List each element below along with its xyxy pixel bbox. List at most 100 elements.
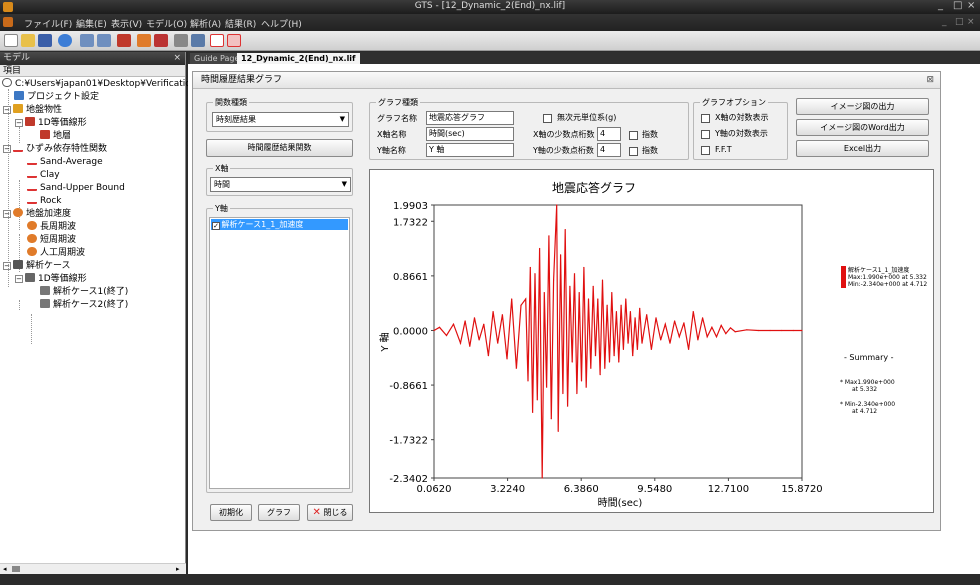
y-log-checkbox[interactable] [701,130,710,139]
history-function-button[interactable]: 時間履歴結果関数 [206,139,353,157]
tree-item[interactable]: C:¥Users¥japan01¥Desktop¥Verification ..… [2,78,208,91]
x-decimals-input[interactable]: 4 [597,127,621,141]
tree-item[interactable]: 解析ケース1(終了) [40,286,128,299]
tree-item[interactable]: − 地盤物性 [3,104,62,117]
collapse-icon[interactable]: − [3,106,11,114]
x-name-input[interactable]: 時間(sec) [426,127,514,141]
graph-button[interactable]: グラフ [258,504,300,521]
scroll-thumb[interactable] [12,566,20,572]
collapse-icon[interactable]: − [15,119,23,127]
x-log-checkbox[interactable] [701,114,710,123]
tree-item[interactable]: −1D等価線形 [15,117,87,130]
menu-result[interactable]: 結果(R) [225,17,256,30]
data-point [646,314,648,316]
mdi-close-button[interactable]: × [967,17,975,27]
tree-item[interactable]: − 解析ケース [3,260,71,273]
menu-help[interactable]: ヘルプ(H) [261,17,302,30]
tab-guide-page[interactable]: Guide Page [190,53,244,64]
image-output-button[interactable]: イメージ図の出力 [796,98,929,115]
tree-item[interactable]: 地層 [40,130,71,143]
menu-view[interactable]: 表示(V) [111,17,142,30]
data-point [487,355,490,357]
y-log-label: Y軸の対数表示 [715,129,768,138]
open-folder-icon[interactable] [21,34,35,47]
fft-checkbox[interactable] [701,146,710,155]
menu-model[interactable]: モデル(O) [146,17,187,30]
tree-item[interactable]: Rock [27,195,62,208]
x-axis-select[interactable]: 時間 ▼ [210,177,351,192]
x-exp-checkbox[interactable] [629,131,638,140]
y-exp-checkbox[interactable] [629,147,638,156]
data-point [701,317,704,319]
excel-output-button[interactable]: Excel出力 [796,140,929,157]
list-item[interactable]: ✓ 解析ケース1_1_加速度 [211,219,348,230]
y-decimals-label: Y軸の少数点桁数 [533,146,594,155]
redo-icon[interactable] [97,34,111,47]
minimize-button[interactable]: _ [938,0,943,11]
close-dialog-button[interactable]: ✕ 閉じる [307,504,353,521]
result-tool-icon[interactable] [227,34,241,47]
tree-item[interactable]: Clay [27,169,60,182]
graph-name-input[interactable]: 地震応答グラフ [426,111,514,125]
dialog-title-bar: 時間履歴結果グラフ ⊠ [193,72,940,89]
collapse-icon[interactable]: − [15,275,23,283]
layer-tool-icon[interactable] [117,34,131,47]
y-tick-label: -1.7322 [389,436,428,447]
tree-item[interactable]: −1D等価線形 [15,273,87,286]
tree-item[interactable]: 人工周期波 [27,247,85,260]
data-point [501,314,503,316]
tree-item[interactable]: − 地盤加速度 [3,208,71,221]
menu-edit[interactable]: 編集(E) [76,17,107,30]
scroll-right-icon[interactable]: ▸ [176,565,180,573]
scroll-left-icon[interactable]: ◂ [3,565,7,573]
summary-max: at 5.332 [852,386,877,393]
init-button[interactable]: 初期化 [210,504,252,521]
menu-analysis[interactable]: 解析(A) [190,17,221,30]
x-tick-label: 6.3860 [564,484,599,495]
model-panel: モデル × 項目 C:¥Users¥japan01¥Desktop¥Verifi… [0,52,208,574]
data-point [639,307,641,310]
response-chart: 地震応答グラフ Y 軸 時間(sec) 1.9903 1.7322 0.8661 0.… [378,180,927,509]
dialog-close-button[interactable]: ⊠ [926,72,934,89]
panel-close-button[interactable]: × [173,52,181,65]
image-word-output-button[interactable]: イメージ図のWord出力 [796,119,929,136]
data-point [557,430,559,432]
y-name-input[interactable]: Y 軸 [426,143,514,157]
tree-item[interactable]: − ひずみ依存特性関数 [3,143,107,156]
tree-item[interactable]: 長周期波 [27,221,76,234]
tree-item[interactable]: 解析ケース2(終了) [40,299,128,312]
tree-item[interactable]: Sand-Average [27,156,103,169]
function-icon [13,143,23,152]
menu-file[interactable]: ファイル(F) [24,17,72,30]
data-point [620,304,622,306]
info-icon[interactable] [58,34,72,47]
tree-item[interactable]: 短周期波 [27,234,76,247]
tab-project-file[interactable]: 12_Dynamic_2(End)_nx.lif [237,53,360,64]
maximize-button[interactable]: □ [953,0,962,11]
mdi-minimize-button[interactable]: _ [942,17,947,27]
dimensionless-checkbox[interactable] [543,114,552,123]
series-checkbox[interactable]: ✓ [212,222,220,230]
save-icon[interactable] [38,34,52,47]
series-line [433,204,802,479]
chart-tool-icon[interactable] [210,34,224,47]
x-tick-label: 12.7100 [708,484,749,495]
undo-icon[interactable] [80,34,94,47]
y-decimals-input[interactable]: 4 [597,143,621,157]
menu-app-icon[interactable] [3,17,13,27]
table-tool-icon[interactable] [174,34,188,47]
new-file-icon[interactable] [4,34,18,47]
collapse-icon[interactable]: − [3,262,11,270]
export-tool-icon[interactable] [191,34,205,47]
tree-horizontal-scrollbar[interactable]: ◂ ▸ [0,563,186,574]
collapse-icon[interactable]: − [3,145,11,153]
tree-item[interactable]: Sand-Upper Bound [27,182,125,195]
mesh-tool-icon[interactable] [154,34,168,47]
mdi-restore-button[interactable]: □ [955,17,964,27]
collapse-icon[interactable]: − [3,210,11,218]
func-type-select[interactable]: 時刻歴結果 ▼ [212,112,349,127]
function-icon [27,182,37,191]
close-window-button[interactable]: × [967,0,975,11]
tree-item[interactable]: プロジェクト設定 [14,91,99,104]
graph-tool-icon[interactable] [137,34,151,47]
